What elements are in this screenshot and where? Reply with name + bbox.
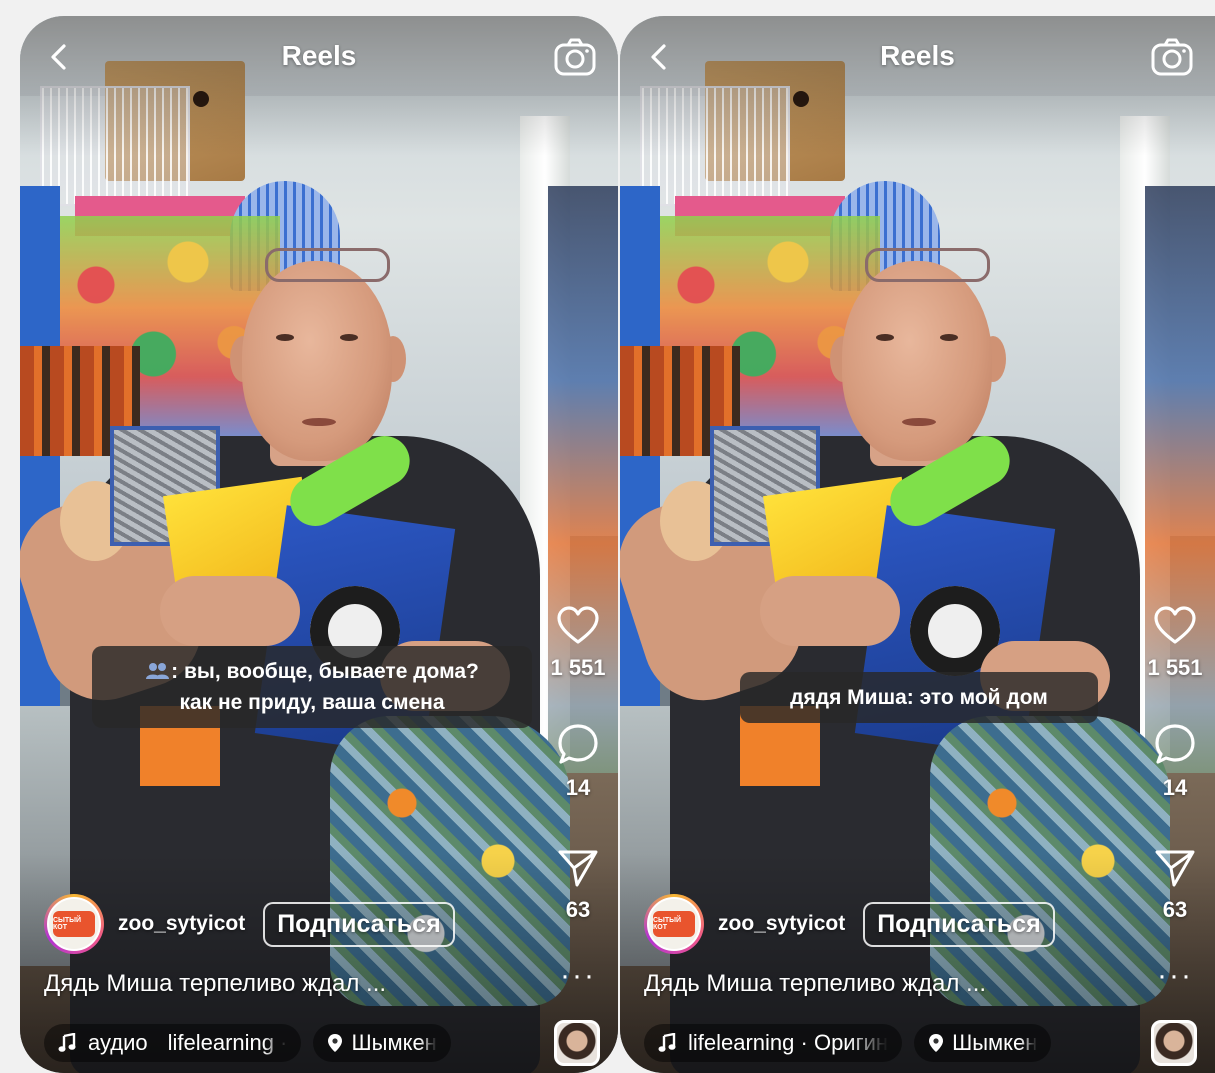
location-name: Шымкен <box>952 1030 1038 1055</box>
camera-icon[interactable] <box>1151 38 1193 76</box>
audio-thumbnail[interactable] <box>1151 1020 1197 1066</box>
share-button[interactable]: 63 <box>548 848 608 923</box>
reel-description[interactable]: Дядь Миша терпеливо ждал ... <box>644 970 986 998</box>
audio-source: lifelearning · Оригин <box>688 1030 889 1055</box>
like-button[interactable]: 1 551 <box>1145 606 1205 681</box>
comment-button[interactable]: 14 <box>548 722 608 801</box>
share-button[interactable]: 63 <box>1145 848 1205 923</box>
caption-line-1: вы, вообще, бываете дома? <box>183 660 479 683</box>
location-name: Шымкен <box>351 1030 437 1055</box>
caption-line: : вы, вообще, бываете дома? <box>108 656 516 687</box>
bottom-meta-row: аудио lifelearning · Шымкен <box>44 1024 451 1062</box>
music-note-icon <box>658 1033 676 1052</box>
avatar-inner: СЫТЫЙ КОТ <box>47 897 101 951</box>
location-pill[interactable]: Шымкен <box>313 1024 451 1062</box>
reels-screen-right: Reels 1 551 14 63 ··· дядя Миша: это мой… <box>620 16 1215 1073</box>
caption-line-2: как не приду, ваша смена <box>179 691 445 714</box>
audio-pill[interactable]: lifelearning · Оригин <box>644 1024 903 1062</box>
like-count: 1 551 <box>1147 655 1203 680</box>
page-title: Reels <box>281 40 357 71</box>
like-button[interactable]: 1 551 <box>548 606 608 681</box>
location-pin-icon <box>328 1034 343 1052</box>
reel-description[interactable]: Дядь Миша терпеливо ждал ... <box>44 970 386 998</box>
heart-icon <box>557 606 599 644</box>
caption-line-1: дядя Миша: это мой дом <box>790 686 1048 709</box>
comment-icon <box>558 724 598 764</box>
username[interactable]: zoo_sytyicot <box>118 912 245 936</box>
camera-icon[interactable] <box>554 38 596 76</box>
share-paper-plane-icon <box>558 850 598 887</box>
comment-icon <box>1155 724 1195 764</box>
avatar[interactable]: СЫТЫЙ КОТ <box>644 894 704 954</box>
avatar-logo: СЫТЫЙ КОТ <box>53 911 95 937</box>
caption-prefix: : <box>171 660 179 683</box>
username[interactable]: zoo_sytyicot <box>718 912 845 936</box>
heart-icon <box>1154 606 1196 644</box>
audio-pill[interactable]: аудио lifelearning · <box>44 1024 302 1062</box>
audio-thumbnail[interactable] <box>554 1020 600 1066</box>
location-pin-icon <box>929 1034 944 1052</box>
comment-count: 14 <box>1162 775 1188 800</box>
audio-label: аудио <box>88 1030 148 1055</box>
text-caption-bubble: дядя Миша: это мой дом <box>740 672 1098 723</box>
page-title: Reels <box>880 40 955 71</box>
audio-source: lifelearning · <box>167 1030 288 1055</box>
text-caption-bubble: : вы, вообще, бываете дома? как не приду… <box>92 646 532 728</box>
author-row: СЫТЫЙ КОТ zoo_sytyicot Подписаться <box>644 894 1055 954</box>
more-dots-icon[interactable]: ··· <box>548 961 608 991</box>
more-dots-icon[interactable]: ··· <box>1145 961 1205 991</box>
comment-button[interactable]: 14 <box>1145 722 1205 801</box>
people-icon <box>146 663 170 679</box>
share-count: 63 <box>1162 897 1188 922</box>
avatar[interactable]: СЫТЫЙ КОТ <box>44 894 104 954</box>
reels-overlay: Reels 1 551 14 63 ···: вы, вообще, быва… <box>20 16 618 1073</box>
share-count: 63 <box>565 897 591 922</box>
bottom-meta-row: lifelearning · Оригин Шымкен <box>644 1024 1052 1062</box>
location-pill[interactable]: Шымкен <box>914 1024 1052 1062</box>
comment-count: 14 <box>565 775 591 800</box>
follow-button[interactable]: Подписаться <box>263 901 455 947</box>
reels-overlay: Reels 1 551 14 63 ··· дядя Миша: это мой… <box>620 16 1215 1073</box>
music-note-icon <box>58 1033 76 1052</box>
reels-screen-left: Reels 1 551 14 63 ···: вы, вообще, быва… <box>20 16 618 1073</box>
avatar-logo: СЫТЫЙ КОТ <box>653 911 695 937</box>
author-row: СЫТЫЙ КОТ zoo_sytyicot Подписаться <box>44 894 455 954</box>
like-count: 1 551 <box>550 655 606 680</box>
share-paper-plane-icon <box>1155 850 1195 887</box>
avatar-inner: СЫТЫЙ КОТ <box>647 897 701 951</box>
follow-button[interactable]: Подписаться <box>863 901 1055 947</box>
